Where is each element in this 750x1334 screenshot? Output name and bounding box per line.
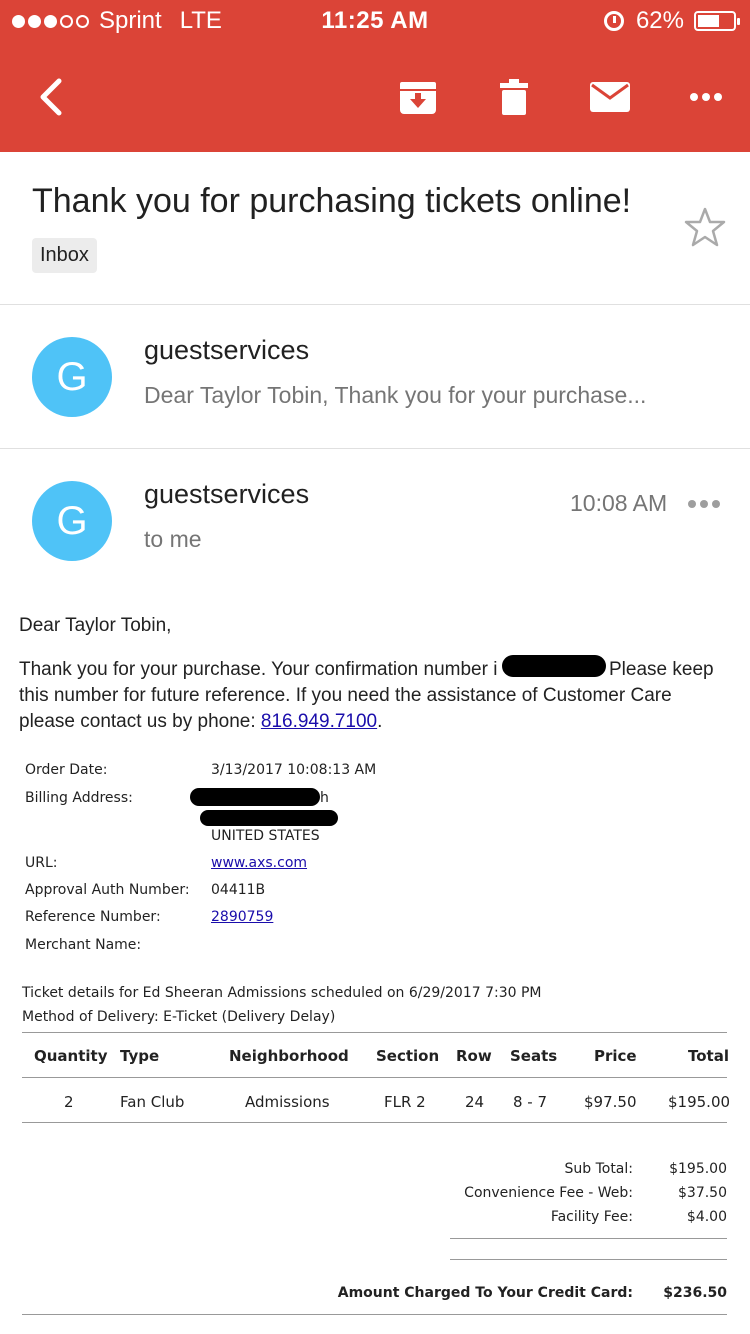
cell-row: 24 — [465, 1093, 485, 1111]
body-text-segment: . — [377, 711, 383, 732]
subtotal-value: $195.00 — [669, 1161, 727, 1177]
battery-icon — [694, 11, 740, 31]
battery-percent: 62% — [635, 7, 684, 34]
summary-rule — [450, 1259, 727, 1260]
billing-country: UNITED STATES — [211, 828, 320, 844]
col-header-quantity: Quantity — [34, 1047, 108, 1065]
more-options-button[interactable] — [676, 72, 736, 122]
subtotal-label: Sub Total: — [564, 1161, 633, 1177]
message-more-button[interactable] — [688, 500, 720, 508]
col-header-row: Row — [456, 1047, 492, 1065]
convenience-fee-label: Convenience Fee - Web: — [464, 1185, 633, 1201]
phone-link[interactable]: 816.949.7100 — [261, 711, 377, 732]
col-header-price: Price — [594, 1047, 637, 1065]
redaction-mark — [502, 655, 606, 677]
cell-neighborhood: Admissions — [245, 1093, 330, 1111]
more-horizontal-icon — [690, 93, 722, 101]
col-header-type: Type — [120, 1047, 160, 1065]
ticket-details-line: Ticket details for Ed Sheeran Admissions… — [22, 985, 542, 1001]
redaction-mark — [200, 810, 338, 826]
facility-fee-value: $4.00 — [686, 1209, 727, 1225]
cell-total: $195.00 — [668, 1093, 731, 1111]
cell-quantity: 2 — [64, 1093, 74, 1111]
url-link[interactable]: www.axs.com — [211, 855, 307, 871]
trash-icon — [500, 79, 528, 115]
amount-charged-label: Amount Charged To Your Credit Card: — [337, 1285, 633, 1301]
convenience-fee-value: $37.50 — [678, 1185, 727, 1201]
delivery-method-line: Method of Delivery: E-Ticket (Delivery D… — [22, 1009, 336, 1025]
app-header: Sprint LTE 11:25 AM 62% — [0, 0, 750, 152]
archive-button[interactable] — [388, 72, 448, 122]
body-paragraph-line3: please contact us by phone: 816.949.7100… — [19, 709, 382, 735]
cell-price: $97.50 — [584, 1093, 637, 1111]
reference-label: Reference Number: — [25, 909, 161, 925]
email-subject: Thank you for purchasing tickets online! — [32, 182, 632, 220]
cell-seats: 8 - 7 — [513, 1093, 548, 1111]
delete-button[interactable] — [484, 72, 544, 122]
back-arrow-icon — [40, 78, 62, 116]
mark-unread-button[interactable] — [580, 72, 640, 122]
reference-link[interactable]: 2890759 — [211, 909, 273, 925]
amount-charged-value: $236.50 — [663, 1285, 727, 1301]
url-label: URL: — [25, 855, 58, 871]
footer-rule — [22, 1314, 727, 1315]
email-toolbar — [0, 52, 750, 142]
body-text-segment: please contact us by phone: — [19, 711, 256, 732]
merchant-label: Merchant Name: — [25, 937, 142, 953]
back-button[interactable] — [20, 72, 80, 122]
greeting: Dear Taylor Tobin, — [19, 615, 172, 636]
archive-icon — [400, 82, 436, 114]
avatar: G — [32, 337, 112, 417]
order-date-value: 3/13/2017 10:08:13 AM — [211, 762, 377, 778]
mail-icon — [590, 82, 630, 112]
sender-name[interactable]: guestservices — [144, 479, 309, 510]
status-bar: Sprint LTE 11:25 AM 62% — [0, 0, 750, 42]
star-icon — [684, 207, 726, 247]
col-header-total: Total — [688, 1047, 729, 1065]
star-button[interactable] — [684, 206, 726, 253]
alarm-icon — [603, 11, 624, 31]
body-paragraph-line2: this number for future reference. If you… — [19, 685, 672, 706]
col-header-neighborhood: Neighborhood — [229, 1047, 349, 1065]
avatar: G — [32, 481, 112, 561]
cell-type: Fan Club — [120, 1093, 185, 1111]
approval-label: Approval Auth Number: — [25, 882, 190, 898]
message-time: 10:08 AM — [570, 490, 668, 516]
body-text-segment: Please keep — [609, 659, 714, 680]
inbox-label-chip[interactable]: Inbox — [32, 238, 97, 273]
col-header-seats: Seats — [510, 1047, 558, 1065]
col-header-section: Section — [376, 1047, 440, 1065]
summary-rule — [450, 1238, 727, 1239]
billing-address-label: Billing Address: — [25, 790, 133, 806]
table-top-rule — [22, 1032, 727, 1033]
divider — [0, 448, 750, 449]
table-bottom-rule — [22, 1122, 727, 1123]
table-header-rule — [22, 1077, 727, 1078]
billing-address-partial: h — [320, 790, 329, 806]
sender-name: guestservices — [144, 335, 310, 365]
order-date-label: Order Date: — [25, 762, 108, 778]
body-text-segment: Thank you for your purchase. Your confir… — [19, 659, 498, 680]
divider — [0, 304, 750, 305]
message-snippet: Dear Taylor Tobin, Thank you for your pu… — [144, 382, 647, 408]
redaction-mark — [190, 788, 320, 806]
body-paragraph-line1: Thank you for your purchase. Your confir… — [19, 657, 497, 683]
cell-section: FLR 2 — [384, 1093, 426, 1111]
approval-value: 04411B — [211, 882, 266, 898]
recipient-line[interactable]: to me — [144, 526, 202, 553]
facility-fee-label: Facility Fee: — [550, 1209, 633, 1225]
